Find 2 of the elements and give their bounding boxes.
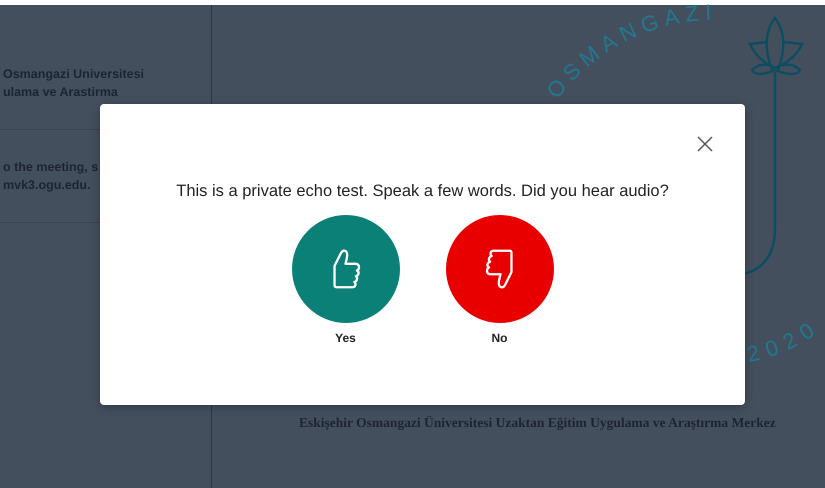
- dialog-question: This is a private echo test. Speak a few words. Did you hear audio?: [176, 182, 669, 201]
- close-icon[interactable]: [697, 136, 713, 152]
